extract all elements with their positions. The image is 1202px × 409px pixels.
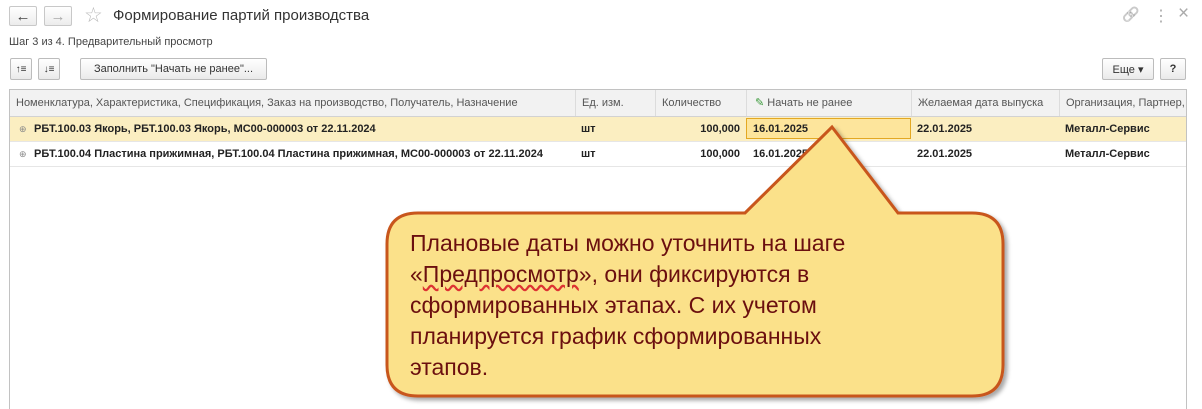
- callout-line: планируется график сформированных: [410, 323, 822, 349]
- callout-line: «Предпросмотр», они фиксируются в: [410, 261, 810, 287]
- callout-line: этапов.: [410, 354, 489, 380]
- callout-text: Плановые даты можно уточнить на шаге «Пр…: [410, 228, 1000, 383]
- callout-line: Плановые даты можно уточнить на шаге: [410, 230, 846, 256]
- callout-link-word: Предпросмотр: [422, 261, 579, 287]
- callout-line: сформированных этапах. С их учетом: [410, 292, 817, 318]
